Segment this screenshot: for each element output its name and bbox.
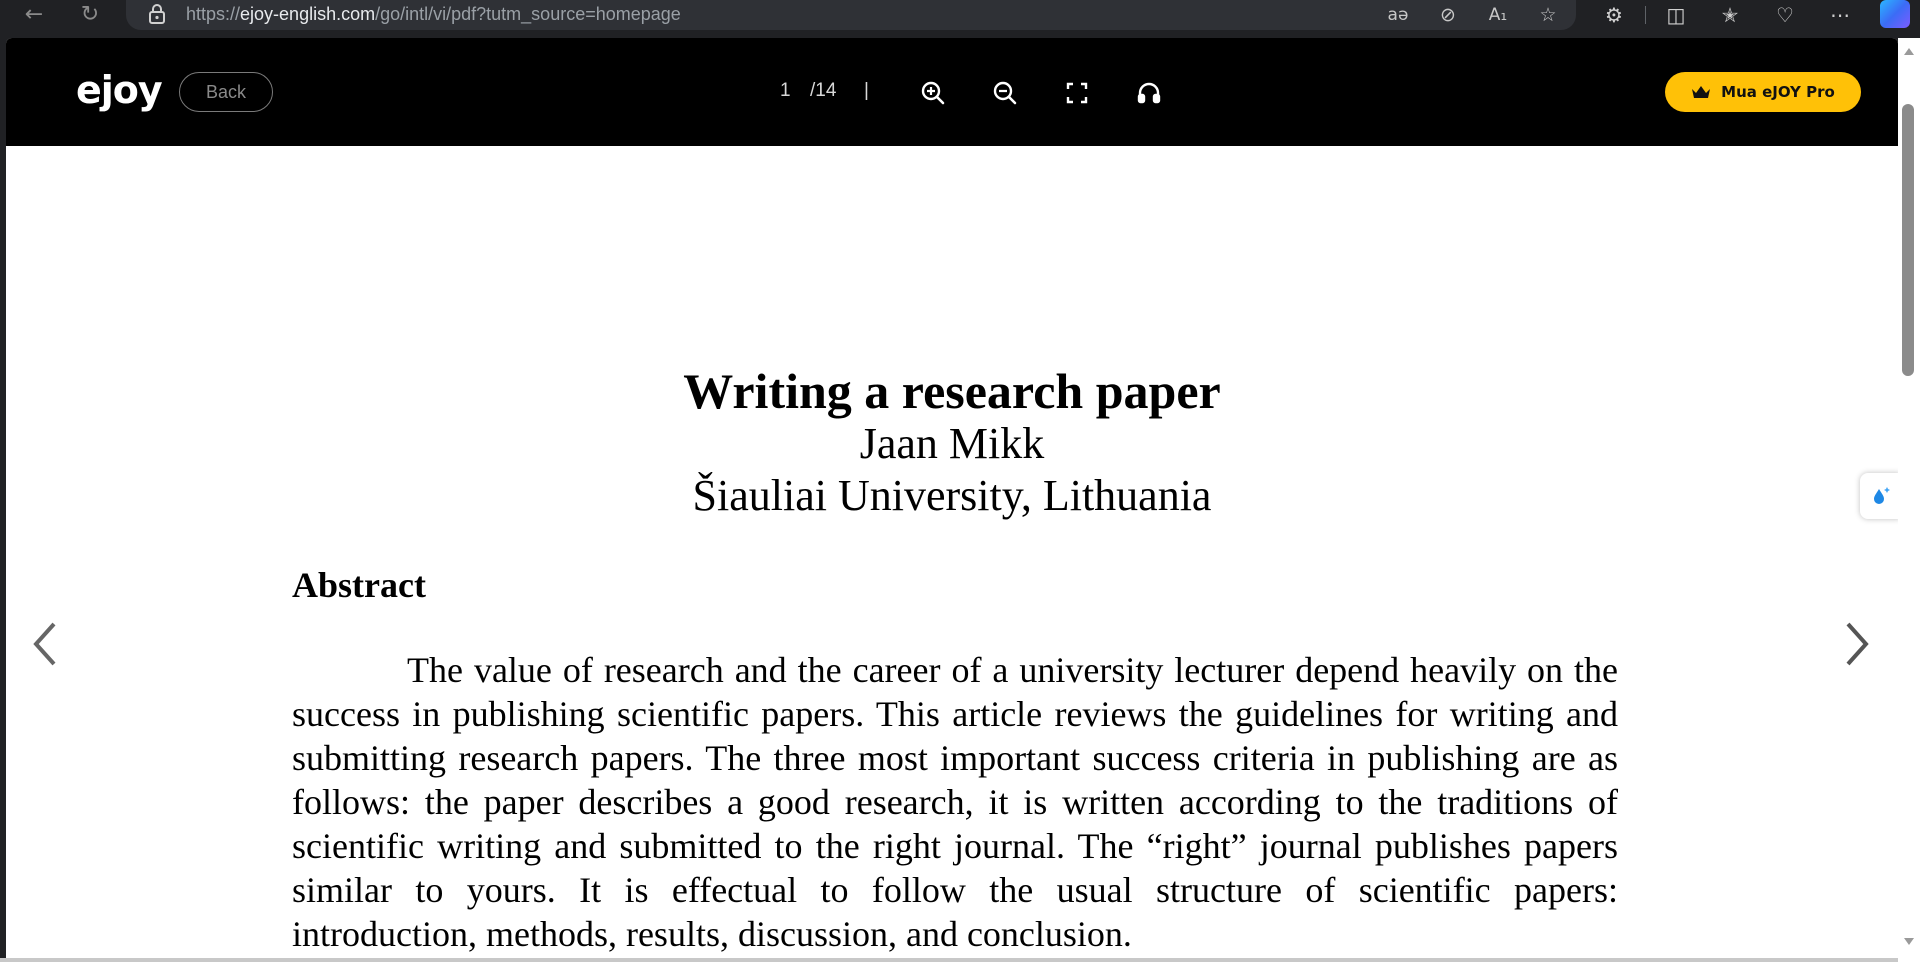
abstract-heading: Abstract — [292, 565, 426, 605]
paper-author: Jaan Mikk — [859, 419, 1045, 468]
translate-icon[interactable]: aә — [1384, 2, 1412, 28]
pager-divider: | — [864, 80, 869, 101]
paper-title: Writing a research paper — [683, 363, 1221, 419]
scrollbar-thumb[interactable] — [1902, 104, 1914, 376]
zoom-out-icon[interactable] — [990, 78, 1020, 108]
zoom-out-icon[interactable]: ⊘ — [1434, 2, 1462, 28]
ejoy-floating-widget[interactable] — [1860, 473, 1900, 519]
reload-icon[interactable]: ↻ — [76, 0, 104, 28]
extensions-icon[interactable]: ⚙ — [1597, 0, 1631, 30]
back-button[interactable]: Back — [179, 72, 273, 112]
scroll-down-icon[interactable] — [1904, 938, 1914, 945]
page-current[interactable]: 1 — [780, 80, 791, 102]
reader-frame: ejoy Back 1 /14 | Mua eJOY Pro Writing a… — [6, 38, 1898, 962]
scroll-up-icon[interactable] — [1904, 48, 1914, 55]
horizontal-scrollbar[interactable] — [0, 958, 1898, 962]
url-text[interactable]: https://ejoy-english.com/go/intl/vi/pdf?… — [186, 4, 681, 25]
paper-affiliation: Šiauliai University, Lithuania — [692, 471, 1212, 520]
browser-essentials-icon[interactable]: ♡ — [1768, 0, 1802, 30]
sparkle-drop-icon — [1874, 487, 1890, 504]
previous-page-icon[interactable] — [26, 614, 66, 674]
favorites-icon[interactable]: ✭ — [1713, 0, 1747, 30]
reader-header: ejoy Back 1 /14 | Mua eJOY Pro — [6, 38, 1898, 146]
buy-pro-label: Mua eJOY Pro — [1721, 83, 1835, 101]
favorite-star-icon[interactable]: ☆ — [1534, 2, 1562, 28]
zoom-in-icon[interactable] — [918, 78, 948, 108]
ejoy-logo[interactable]: ejoy — [76, 68, 163, 112]
fullscreen-icon[interactable] — [1062, 78, 1092, 108]
buy-pro-button[interactable]: Mua eJOY Pro — [1665, 72, 1861, 112]
headphones-icon[interactable] — [1134, 78, 1164, 108]
copilot-icon[interactable] — [1880, 0, 1910, 28]
next-page-icon[interactable] — [1836, 614, 1876, 674]
address-bar[interactable]: https://ejoy-english.com/go/intl/vi/pdf?… — [126, 0, 1576, 30]
read-aloud-icon[interactable]: A₁ — [1484, 2, 1512, 28]
toolbar-divider — [1645, 6, 1646, 24]
page-total: /14 — [810, 80, 837, 101]
split-screen-icon[interactable]: ◫ — [1659, 0, 1693, 30]
back-arrow-icon[interactable]: ← — [20, 0, 48, 28]
lock-icon — [149, 4, 165, 24]
vertical-scrollbar[interactable] — [1898, 38, 1920, 962]
pdf-page: Writing a research paper Jaan Mikk Šiaul… — [6, 146, 1898, 962]
more-options-icon[interactable]: ⋯ — [1823, 0, 1857, 30]
crown-icon — [1692, 86, 1711, 98]
abstract-text: The value of research and the career of … — [292, 650, 1618, 954]
browser-toolbar: ← ↻ https://ejoy-english.com/go/intl/vi/… — [0, 0, 1920, 38]
